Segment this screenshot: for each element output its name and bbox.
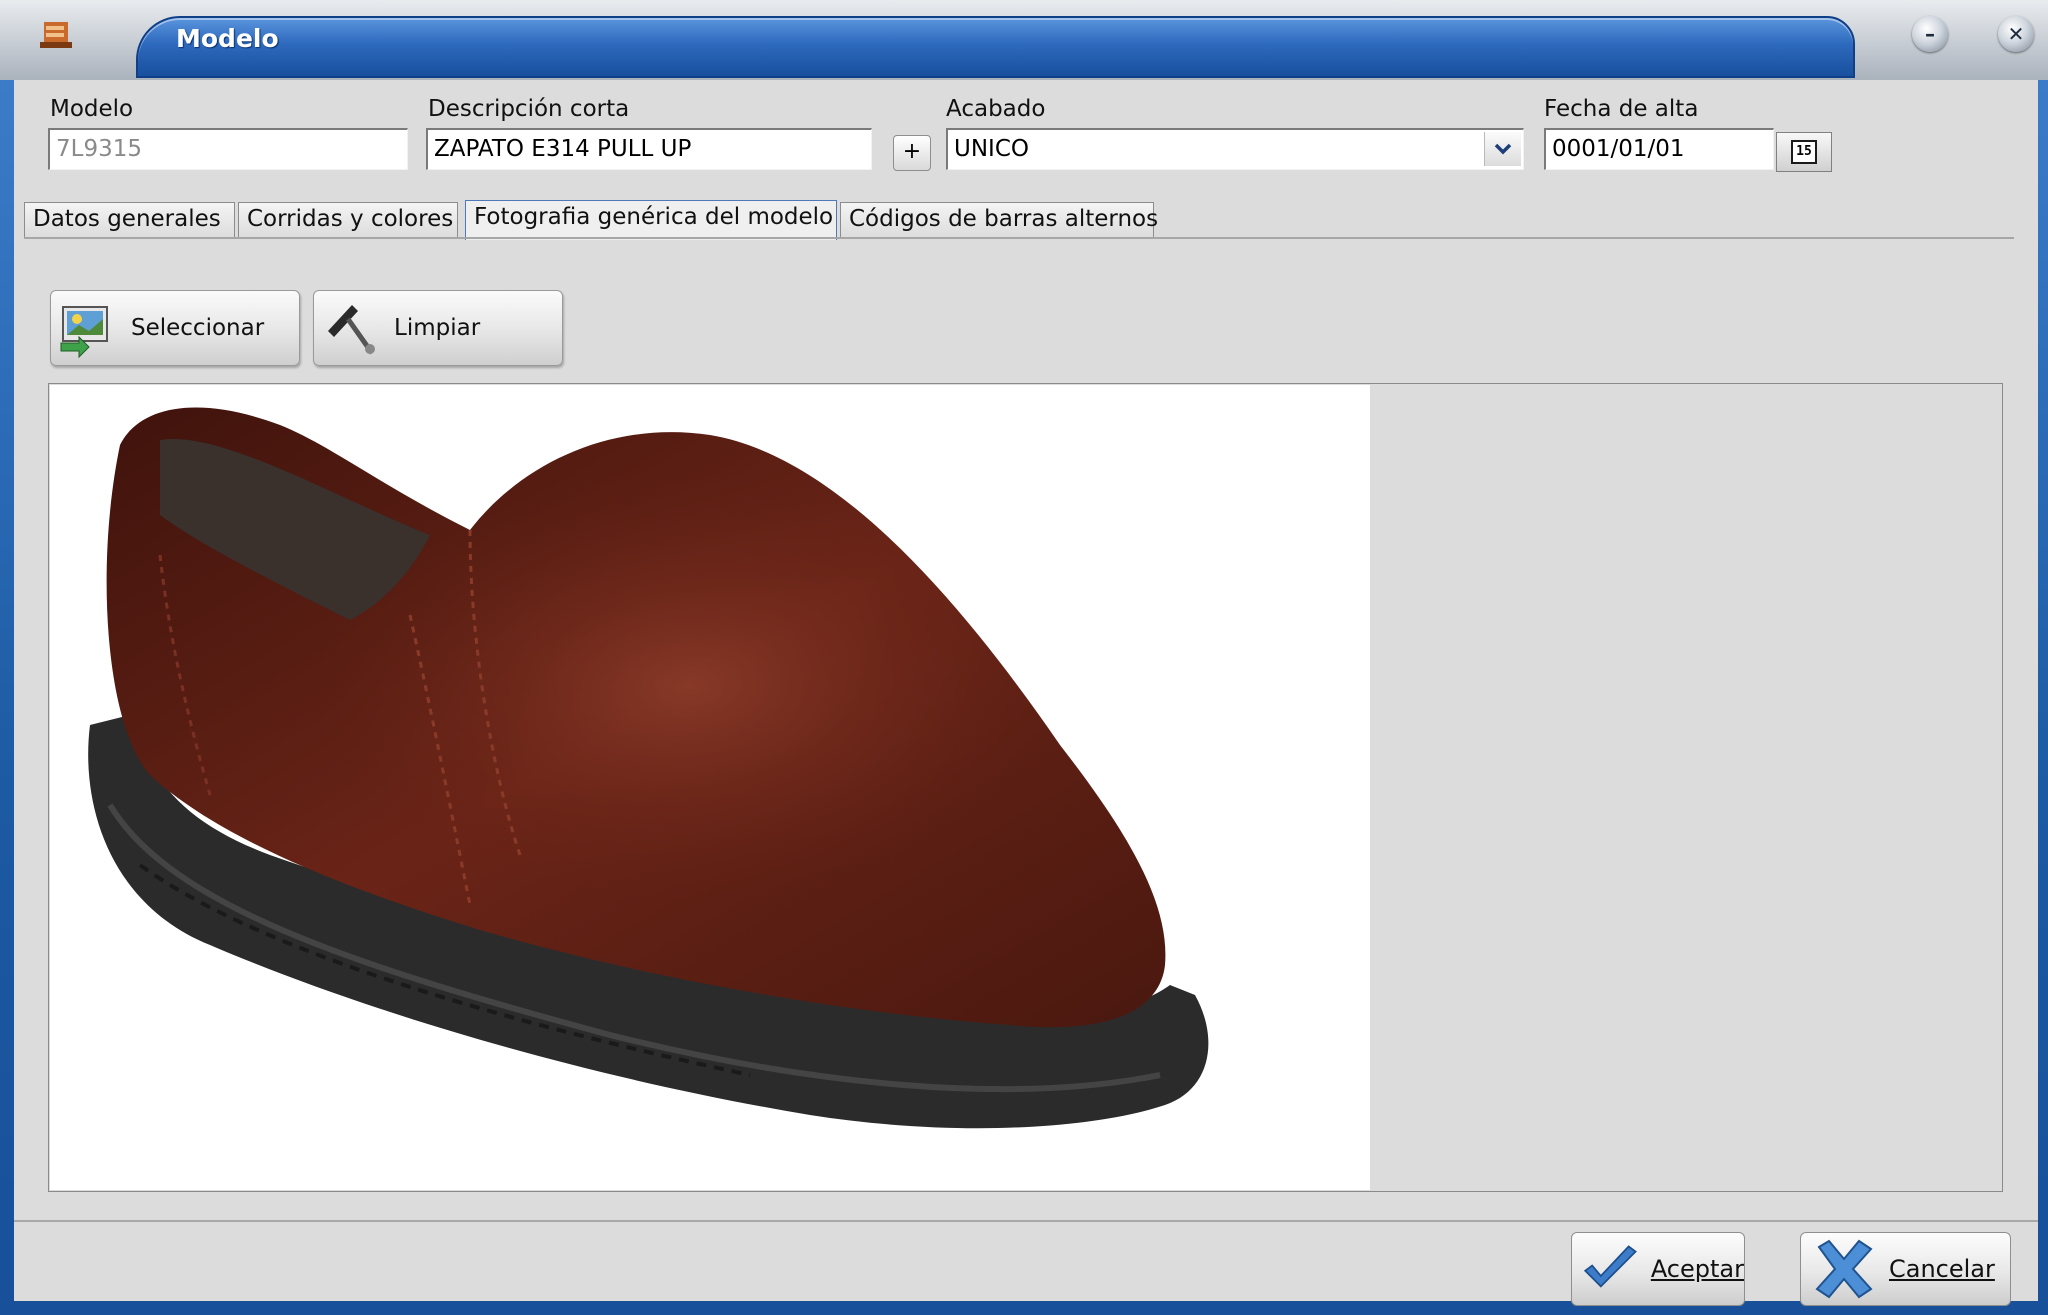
modelo-field[interactable]: 7L9315 [48, 128, 408, 170]
limpiar-button[interactable]: Limpiar [313, 290, 563, 366]
footer-divider [14, 1220, 2038, 1222]
shoe-illustration [88, 407, 1209, 1129]
fecha-label: Fecha de alta [1544, 96, 1699, 122]
aceptar-button[interactable]: Aceptar [1571, 1232, 1745, 1306]
tab-fotografia[interactable]: Fotografia genérica del modelo [465, 200, 837, 240]
squeegee-icon [328, 305, 375, 355]
cancelar-label: Cancelar [1889, 1255, 1995, 1283]
tab-corridas-colores[interactable]: Corridas y colores [238, 202, 458, 238]
app-icon [40, 22, 72, 48]
chevron-down-icon[interactable] [1484, 132, 1521, 166]
fecha-field[interactable]: 0001/01/01 [1544, 128, 1774, 170]
descripcion-field[interactable]: ZAPATO E314 PULL UP [426, 128, 872, 170]
title-tab [136, 16, 1855, 78]
window-title: Modelo [176, 24, 279, 53]
cancel-x-icon [1815, 1239, 1873, 1299]
close-icon: ✕ [2007, 22, 2025, 46]
add-acabado-button[interactable]: + [893, 135, 931, 171]
close-button[interactable]: ✕ [1998, 16, 2034, 52]
acabado-value: UNICO [954, 136, 1029, 162]
acabado-label: Acabado [946, 96, 1046, 122]
tab-codigos-barras[interactable]: Códigos de barras alternos [840, 202, 1158, 238]
modelo-label: Modelo [50, 96, 134, 122]
checkmark-icon [1583, 1245, 1637, 1288]
minimize-icon: – [1925, 22, 1935, 46]
acabado-select[interactable]: UNICO [946, 128, 1524, 170]
limpiar-label: Limpiar [394, 315, 481, 341]
cancelar-button[interactable]: Cancelar [1800, 1232, 2011, 1306]
descripcion-label: Descripción corta [428, 96, 630, 122]
minimize-button[interactable]: – [1912, 16, 1948, 52]
seleccionar-label: Seleccionar [131, 315, 265, 341]
tab-datos-generales[interactable]: Datos generales [24, 202, 235, 238]
calendar-icon: 15 [1791, 140, 1817, 164]
seleccionar-button[interactable]: Seleccionar [50, 290, 300, 366]
aceptar-label: Aceptar [1650, 1255, 1744, 1283]
calendar-button[interactable]: 15 [1776, 132, 1832, 172]
model-photo[interactable] [50, 385, 1370, 1190]
select-image-icon [60, 306, 108, 359]
tab-divider [24, 237, 2014, 239]
